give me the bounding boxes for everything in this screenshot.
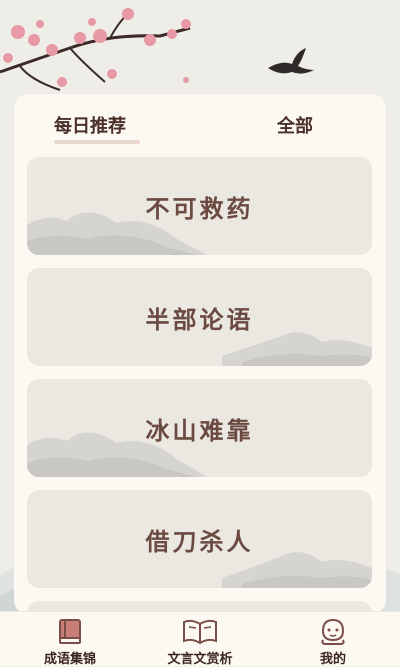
user-face-icon	[321, 618, 345, 645]
idiom-card[interactable]: 冰山难靠	[27, 379, 372, 477]
nav-label: 文言文赏析	[167, 652, 233, 667]
nav-profile[interactable]: 我的	[283, 618, 383, 667]
idiom-card[interactable]: 借刀杀人	[27, 490, 372, 588]
content-panel: 每日推荐 全部 不可救药 半部论语 冰山难靠 借刀杀人	[14, 94, 386, 614]
tab-daily-recommend[interactable]: 每日推荐	[54, 112, 126, 138]
nav-classical-chinese[interactable]: 文言文赏析	[150, 618, 250, 667]
nav-label: 成语集锦	[43, 652, 96, 667]
active-tab-indicator	[54, 140, 140, 144]
idiom-card[interactable]: 半部论语	[27, 268, 372, 366]
swallow-bird-icon	[268, 48, 314, 74]
idiom-title: 不可救药	[145, 195, 254, 223]
nav-idiom-collection[interactable]: 成语集锦	[20, 618, 120, 667]
idiom-title: 冰山难靠	[145, 417, 254, 445]
tab-all[interactable]: 全部	[277, 112, 313, 138]
book-stack-icon	[59, 619, 81, 644]
tab-bar: 每日推荐 全部	[14, 94, 386, 152]
bottom-navigation: 成语集锦 文言文赏析 我的	[0, 611, 400, 667]
plum-blossom-branch	[0, 8, 191, 91]
idiom-title: 半部论语	[145, 306, 254, 334]
idiom-title: 借刀杀人	[145, 528, 254, 556]
nav-label: 我的	[319, 652, 346, 667]
idiom-card[interactable]: 不可救药	[27, 157, 372, 255]
open-book-icon	[183, 619, 217, 645]
